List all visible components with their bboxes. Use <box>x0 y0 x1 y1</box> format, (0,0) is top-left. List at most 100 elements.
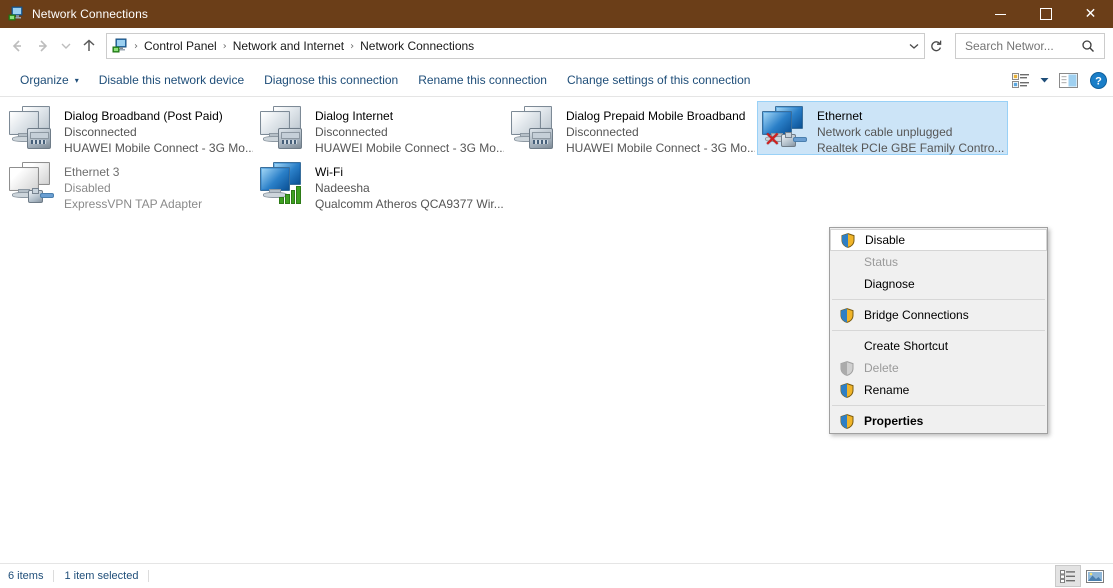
connection-tile-dialog-broadband-post-paid[interactable]: Dialog Broadband (Post Paid) Disconnecte… <box>4 101 255 155</box>
breadcrumb[interactable]: › Control Panel › Network and Internet ›… <box>106 33 925 59</box>
rename-connection-button[interactable]: Rename this connection <box>408 69 557 91</box>
connection-device: HUAWEI Mobile Connect - 3G Mo... <box>64 141 253 155</box>
context-menu-label: Create Shortcut <box>864 339 949 353</box>
change-view-icon[interactable] <box>1005 68 1035 92</box>
address-bar: › Control Panel › Network and Internet ›… <box>0 28 1113 64</box>
minimize-button[interactable] <box>978 0 1023 28</box>
shield-icon <box>836 359 858 377</box>
connections-list-area[interactable]: Dialog Broadband (Post Paid) Disconnecte… <box>0 97 1113 563</box>
connection-info: Dialog Prepaid Mobile Broadband Disconne… <box>566 104 755 156</box>
connection-name: Dialog Internet <box>315 109 394 123</box>
context-menu-item-properties[interactable]: Properties <box>830 410 1047 432</box>
context-menu-item-bridge-connections[interactable]: Bridge Connections <box>830 304 1047 326</box>
connection-name: Ethernet <box>817 109 863 123</box>
change-settings-button[interactable]: Change settings of this connection <box>557 69 760 91</box>
context-menu-label: Rename <box>864 383 910 397</box>
context-menu-item-rename[interactable]: Rename <box>830 379 1047 401</box>
search-input[interactable] <box>963 38 1079 54</box>
breadcrumb-separator: › <box>350 40 355 52</box>
preview-pane-icon[interactable] <box>1053 68 1083 92</box>
shield-icon <box>837 231 859 249</box>
connection-info: Ethernet Network cable unplugged Realtek… <box>817 104 1004 156</box>
control-panel-icon <box>112 38 128 54</box>
context-menu-label: Diagnose <box>864 277 915 291</box>
connection-device: Qualcomm Atheros QCA9377 Wir... <box>315 197 504 211</box>
connection-device: HUAWEI Mobile Connect - 3G Mo... <box>566 141 755 155</box>
modem-connection-icon <box>259 106 307 152</box>
shield-icon <box>836 412 858 430</box>
refresh-icon[interactable] <box>925 35 947 57</box>
context-menu-label: Status <box>864 255 899 269</box>
context-menu-item-status: Status <box>830 251 1047 273</box>
context-menu[interactable]: Disable Status Diagnose Bridge Connectio… <box>829 227 1048 434</box>
connection-tile-ethernet[interactable]: ✕ Ethernet Network cable unplugged Realt… <box>757 101 1008 155</box>
context-menu-item-create-shortcut[interactable]: Create Shortcut <box>830 335 1047 357</box>
connection-status: Disconnected <box>64 125 137 139</box>
connections-tiles: Dialog Broadband (Post Paid) Disconnecte… <box>0 97 1113 213</box>
breadcrumb-item-network-and-internet[interactable]: Network and Internet <box>229 37 348 55</box>
connection-tile-dialog-internet[interactable]: Dialog Internet Disconnected HUAWEI Mobi… <box>255 101 506 155</box>
connection-info: Wi-Fi Nadeesha Qualcomm Atheros QCA9377 … <box>315 160 504 212</box>
forward-button[interactable] <box>30 33 56 59</box>
item-count: 6 items <box>8 570 55 582</box>
menu-icon-placeholder <box>836 253 858 271</box>
organize-button[interactable]: Organize ▾ <box>10 69 89 91</box>
large-icons-view-icon[interactable] <box>1083 566 1107 586</box>
context-menu-separator <box>832 299 1045 300</box>
connection-info: Ethernet 3 Disabled ExpressVPN TAP Adapt… <box>64 160 202 212</box>
organize-label: Organize <box>20 73 69 87</box>
command-bar: Organize ▾ Disable this network device D… <box>0 64 1113 97</box>
connection-status: Network cable unplugged <box>817 125 953 139</box>
breadcrumb-separator: › <box>134 40 138 52</box>
context-menu-separator <box>832 330 1045 331</box>
breadcrumb-separator: › <box>222 40 227 52</box>
context-menu-label: Properties <box>864 414 924 428</box>
connection-tile-wi-fi[interactable]: Wi-Fi Nadeesha Qualcomm Atheros QCA9377 … <box>255 157 506 211</box>
connection-status: Disconnected <box>566 125 639 139</box>
context-menu-item-diagnose[interactable]: Diagnose <box>830 273 1047 295</box>
connection-name: Wi-Fi <box>315 165 343 179</box>
up-button[interactable] <box>76 33 102 59</box>
connection-status: Nadeesha <box>315 181 370 195</box>
recent-locations-button[interactable] <box>56 33 76 59</box>
status-bar: 6 items 1 item selected <box>0 563 1113 588</box>
context-menu-separator <box>832 405 1045 406</box>
context-menu-item-delete: Delete <box>830 357 1047 379</box>
connection-status: Disconnected <box>315 125 388 139</box>
connection-device: Realtek PCIe GBE Family Contro... <box>817 141 1005 155</box>
connection-tile-dialog-prepaid-mobile-broadband[interactable]: Dialog Prepaid Mobile Broadband Disconne… <box>506 101 757 155</box>
diagnose-connection-button[interactable]: Diagnose this connection <box>254 69 408 91</box>
window-controls: ✕ <box>978 0 1113 28</box>
shield-icon <box>836 381 858 399</box>
title-bar[interactable]: Network Connections ✕ <box>0 0 1113 28</box>
connection-name: Dialog Broadband (Post Paid) <box>64 109 223 123</box>
close-button[interactable]: ✕ <box>1068 0 1113 28</box>
selection-count: 1 item selected <box>64 570 150 582</box>
search-icon[interactable] <box>1079 39 1097 53</box>
help-icon[interactable]: ? <box>1083 68 1113 92</box>
disable-network-device-button[interactable]: Disable this network device <box>89 69 254 91</box>
menu-icon-placeholder <box>836 337 858 355</box>
context-menu-label: Bridge Connections <box>864 308 969 322</box>
ethernet-disabled-icon <box>8 162 56 208</box>
signal-bars-icon <box>279 186 301 204</box>
context-menu-item-disable[interactable]: Disable <box>830 229 1047 251</box>
window-title: Network Connections <box>32 7 148 21</box>
search-box[interactable] <box>955 33 1105 59</box>
breadcrumb-item-network-connections[interactable]: Network Connections <box>356 37 478 55</box>
modem-connection-icon <box>510 106 558 152</box>
chevron-down-icon[interactable] <box>904 35 924 57</box>
connection-tile-ethernet-3[interactable]: Ethernet 3 Disabled ExpressVPN TAP Adapt… <box>4 157 255 211</box>
wifi-connected-icon <box>259 162 307 208</box>
close-icon: ✕ <box>1084 6 1097 22</box>
back-button[interactable] <box>4 33 30 59</box>
connection-name: Dialog Prepaid Mobile Broadband <box>566 109 746 123</box>
maximize-button[interactable] <box>1023 0 1068 28</box>
change-view-dropdown[interactable] <box>1035 68 1053 92</box>
connection-status: Disabled <box>64 181 111 195</box>
connection-device: ExpressVPN TAP Adapter <box>64 197 203 211</box>
ethernet-unplugged-icon: ✕ <box>761 106 809 152</box>
breadcrumb-item-control-panel[interactable]: Control Panel <box>140 37 221 55</box>
connection-device: HUAWEI Mobile Connect - 3G Mo... <box>315 141 504 155</box>
details-view-icon[interactable] <box>1055 565 1081 587</box>
